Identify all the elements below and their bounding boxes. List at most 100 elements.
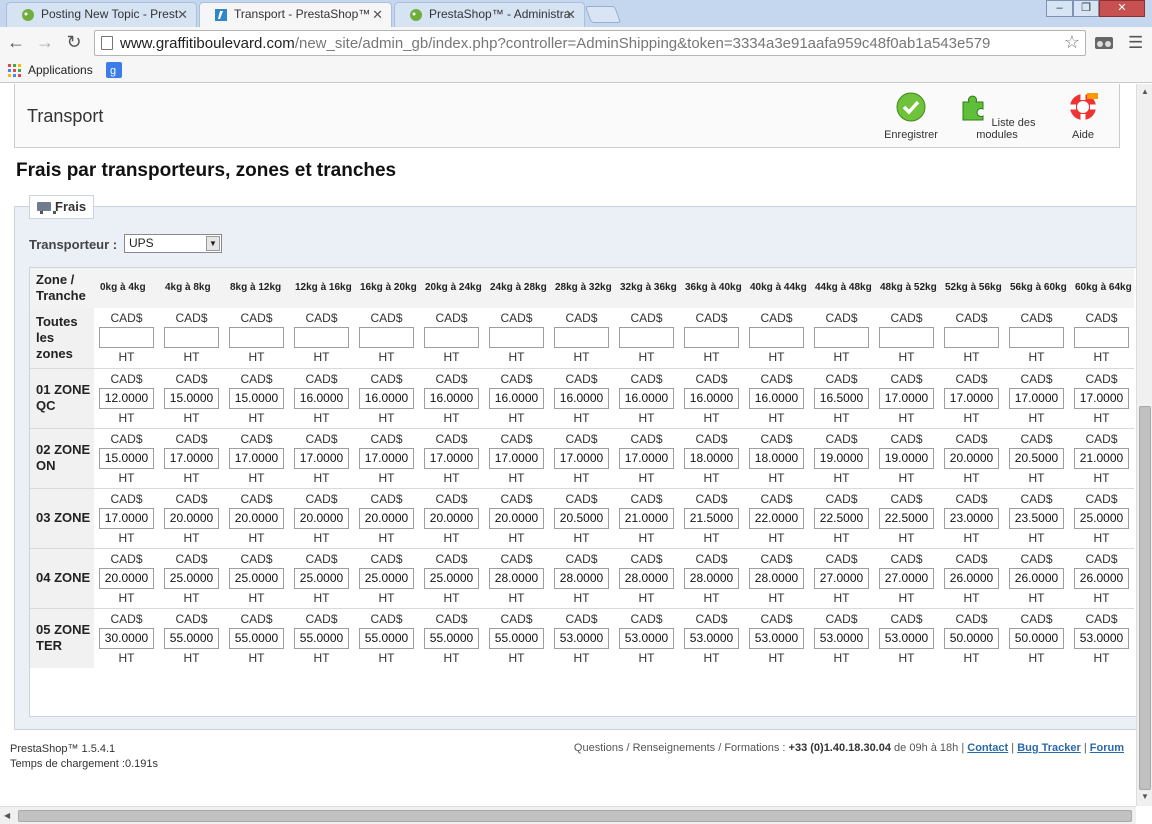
google-bookmark-icon[interactable]: g: [106, 62, 122, 78]
fee-input[interactable]: 19.0000: [879, 447, 934, 469]
fee-input[interactable]: 16.0000: [359, 387, 414, 409]
carrier-select[interactable]: UPS ▼: [124, 234, 222, 253]
fee-input[interactable]: [424, 327, 479, 349]
fee-input[interactable]: 26.0000: [1009, 567, 1064, 589]
fee-input[interactable]: [489, 327, 544, 349]
fee-input[interactable]: 28.0000: [684, 567, 739, 589]
close-tab-icon[interactable]: ✕: [372, 3, 383, 26]
fee-input[interactable]: 26.0000: [944, 567, 999, 589]
fee-input[interactable]: 53.0000: [554, 627, 609, 649]
fee-input[interactable]: 21.0000: [1074, 447, 1129, 469]
fee-input[interactable]: [164, 327, 219, 349]
fee-input[interactable]: [814, 327, 869, 349]
forward-arrow-icon[interactable]: →: [34, 31, 56, 53]
fee-input[interactable]: 53.0000: [684, 627, 739, 649]
fee-input[interactable]: [359, 327, 414, 349]
fee-input[interactable]: 16.0000: [554, 387, 609, 409]
contact-link[interactable]: Contact: [967, 742, 1008, 754]
fee-input[interactable]: 28.0000: [554, 567, 609, 589]
fee-input[interactable]: 20.0000: [424, 507, 479, 529]
help-button[interactable]: Aide: [1063, 92, 1103, 141]
fee-input[interactable]: 17.0000: [1009, 387, 1064, 409]
fee-input[interactable]: 16.5000: [814, 387, 869, 409]
horizontal-scrollbar[interactable]: ◀: [0, 806, 1136, 824]
maximize-button[interactable]: ❐: [1073, 0, 1099, 17]
fee-input[interactable]: 17.0000: [229, 447, 284, 469]
fee-input[interactable]: 27.0000: [814, 567, 869, 589]
new-tab-button[interactable]: [584, 6, 622, 23]
fee-input[interactable]: [684, 327, 739, 349]
fee-input[interactable]: 20.0000: [294, 507, 349, 529]
fee-input[interactable]: 50.0000: [944, 627, 999, 649]
fee-input[interactable]: 19.0000: [814, 447, 869, 469]
fee-input[interactable]: 17.0000: [294, 447, 349, 469]
fee-input[interactable]: 16.0000: [684, 387, 739, 409]
apps-bookmark[interactable]: Applications: [28, 63, 93, 77]
back-arrow-icon[interactable]: ←: [5, 31, 27, 53]
fee-input[interactable]: 20.0000: [164, 507, 219, 529]
fee-input[interactable]: 55.0000: [489, 627, 544, 649]
scroll-down-icon[interactable]: ▼: [1141, 792, 1149, 801]
fee-input[interactable]: 22.5000: [879, 507, 934, 529]
fee-input[interactable]: 15.0000: [99, 447, 154, 469]
vertical-scroll-thumb[interactable]: [1139, 406, 1151, 790]
fee-input[interactable]: 55.0000: [229, 627, 284, 649]
fee-input[interactable]: [1009, 327, 1064, 349]
modules-list-button[interactable]: Liste des modules: [951, 92, 1043, 141]
fee-input[interactable]: [1074, 327, 1129, 349]
fee-input[interactable]: 28.0000: [749, 567, 804, 589]
fee-input[interactable]: 17.0000: [99, 507, 154, 529]
horizontal-scroll-thumb[interactable]: [18, 810, 1132, 822]
close-window-button[interactable]: ✕: [1099, 0, 1145, 17]
scroll-left-icon[interactable]: ◀: [4, 811, 10, 820]
fee-input[interactable]: 53.0000: [879, 627, 934, 649]
fee-input[interactable]: 16.0000: [294, 387, 349, 409]
fee-input[interactable]: 18.0000: [684, 447, 739, 469]
fee-input[interactable]: [749, 327, 804, 349]
fee-input[interactable]: 17.0000: [164, 447, 219, 469]
fee-input[interactable]: 22.0000: [749, 507, 804, 529]
minimize-button[interactable]: ‒: [1046, 0, 1073, 17]
fee-input[interactable]: 27.0000: [879, 567, 934, 589]
fee-input[interactable]: 17.0000: [489, 447, 544, 469]
fee-input[interactable]: 20.0000: [489, 507, 544, 529]
fee-input[interactable]: 55.0000: [424, 627, 479, 649]
fee-input[interactable]: 30.0000: [99, 627, 154, 649]
fee-input[interactable]: [229, 327, 284, 349]
scroll-up-icon[interactable]: ▲: [1141, 87, 1149, 96]
fee-input[interactable]: 16.0000: [749, 387, 804, 409]
address-bar[interactable]: www.graffitiboulevard.com/new_site/admin…: [94, 30, 1086, 56]
fee-input[interactable]: 17.0000: [424, 447, 479, 469]
fee-input[interactable]: 16.0000: [619, 387, 674, 409]
fee-input[interactable]: [554, 327, 609, 349]
fee-input[interactable]: 16.0000: [424, 387, 479, 409]
fee-input[interactable]: 23.5000: [1009, 507, 1064, 529]
fee-input[interactable]: 22.5000: [814, 507, 869, 529]
fee-input[interactable]: 17.0000: [619, 447, 674, 469]
fee-input[interactable]: 53.0000: [749, 627, 804, 649]
vertical-scrollbar[interactable]: ▲ ▼: [1136, 84, 1152, 806]
fee-input[interactable]: 53.0000: [814, 627, 869, 649]
fee-input[interactable]: 55.0000: [294, 627, 349, 649]
forum-link[interactable]: Forum: [1090, 742, 1124, 754]
fee-input[interactable]: 53.0000: [1074, 627, 1129, 649]
extension-icon[interactable]: [1094, 35, 1114, 51]
fee-input[interactable]: 20.0000: [359, 507, 414, 529]
fee-input[interactable]: 17.0000: [1074, 387, 1129, 409]
browser-tab[interactable]: PrestaShop™ - Administra ✕: [394, 2, 585, 27]
apps-grid-icon[interactable]: [8, 64, 21, 77]
fee-input[interactable]: 28.0000: [489, 567, 544, 589]
fee-input[interactable]: 17.0000: [879, 387, 934, 409]
fee-input[interactable]: 20.0000: [99, 567, 154, 589]
bookmark-star-icon[interactable]: ☆: [1064, 32, 1080, 53]
bug-tracker-link[interactable]: Bug Tracker: [1017, 742, 1081, 754]
fee-input[interactable]: 21.0000: [619, 507, 674, 529]
browser-tab-active[interactable]: Transport - PrestaShop™ ✕: [199, 2, 392, 27]
fee-input[interactable]: 18.0000: [749, 447, 804, 469]
fee-input[interactable]: 25.0000: [229, 567, 284, 589]
fee-input[interactable]: 26.0000: [1074, 567, 1129, 589]
fee-input[interactable]: 53.0000: [619, 627, 674, 649]
fee-input[interactable]: 20.0000: [229, 507, 284, 529]
fee-input[interactable]: 17.0000: [359, 447, 414, 469]
fee-input[interactable]: 16.0000: [489, 387, 544, 409]
